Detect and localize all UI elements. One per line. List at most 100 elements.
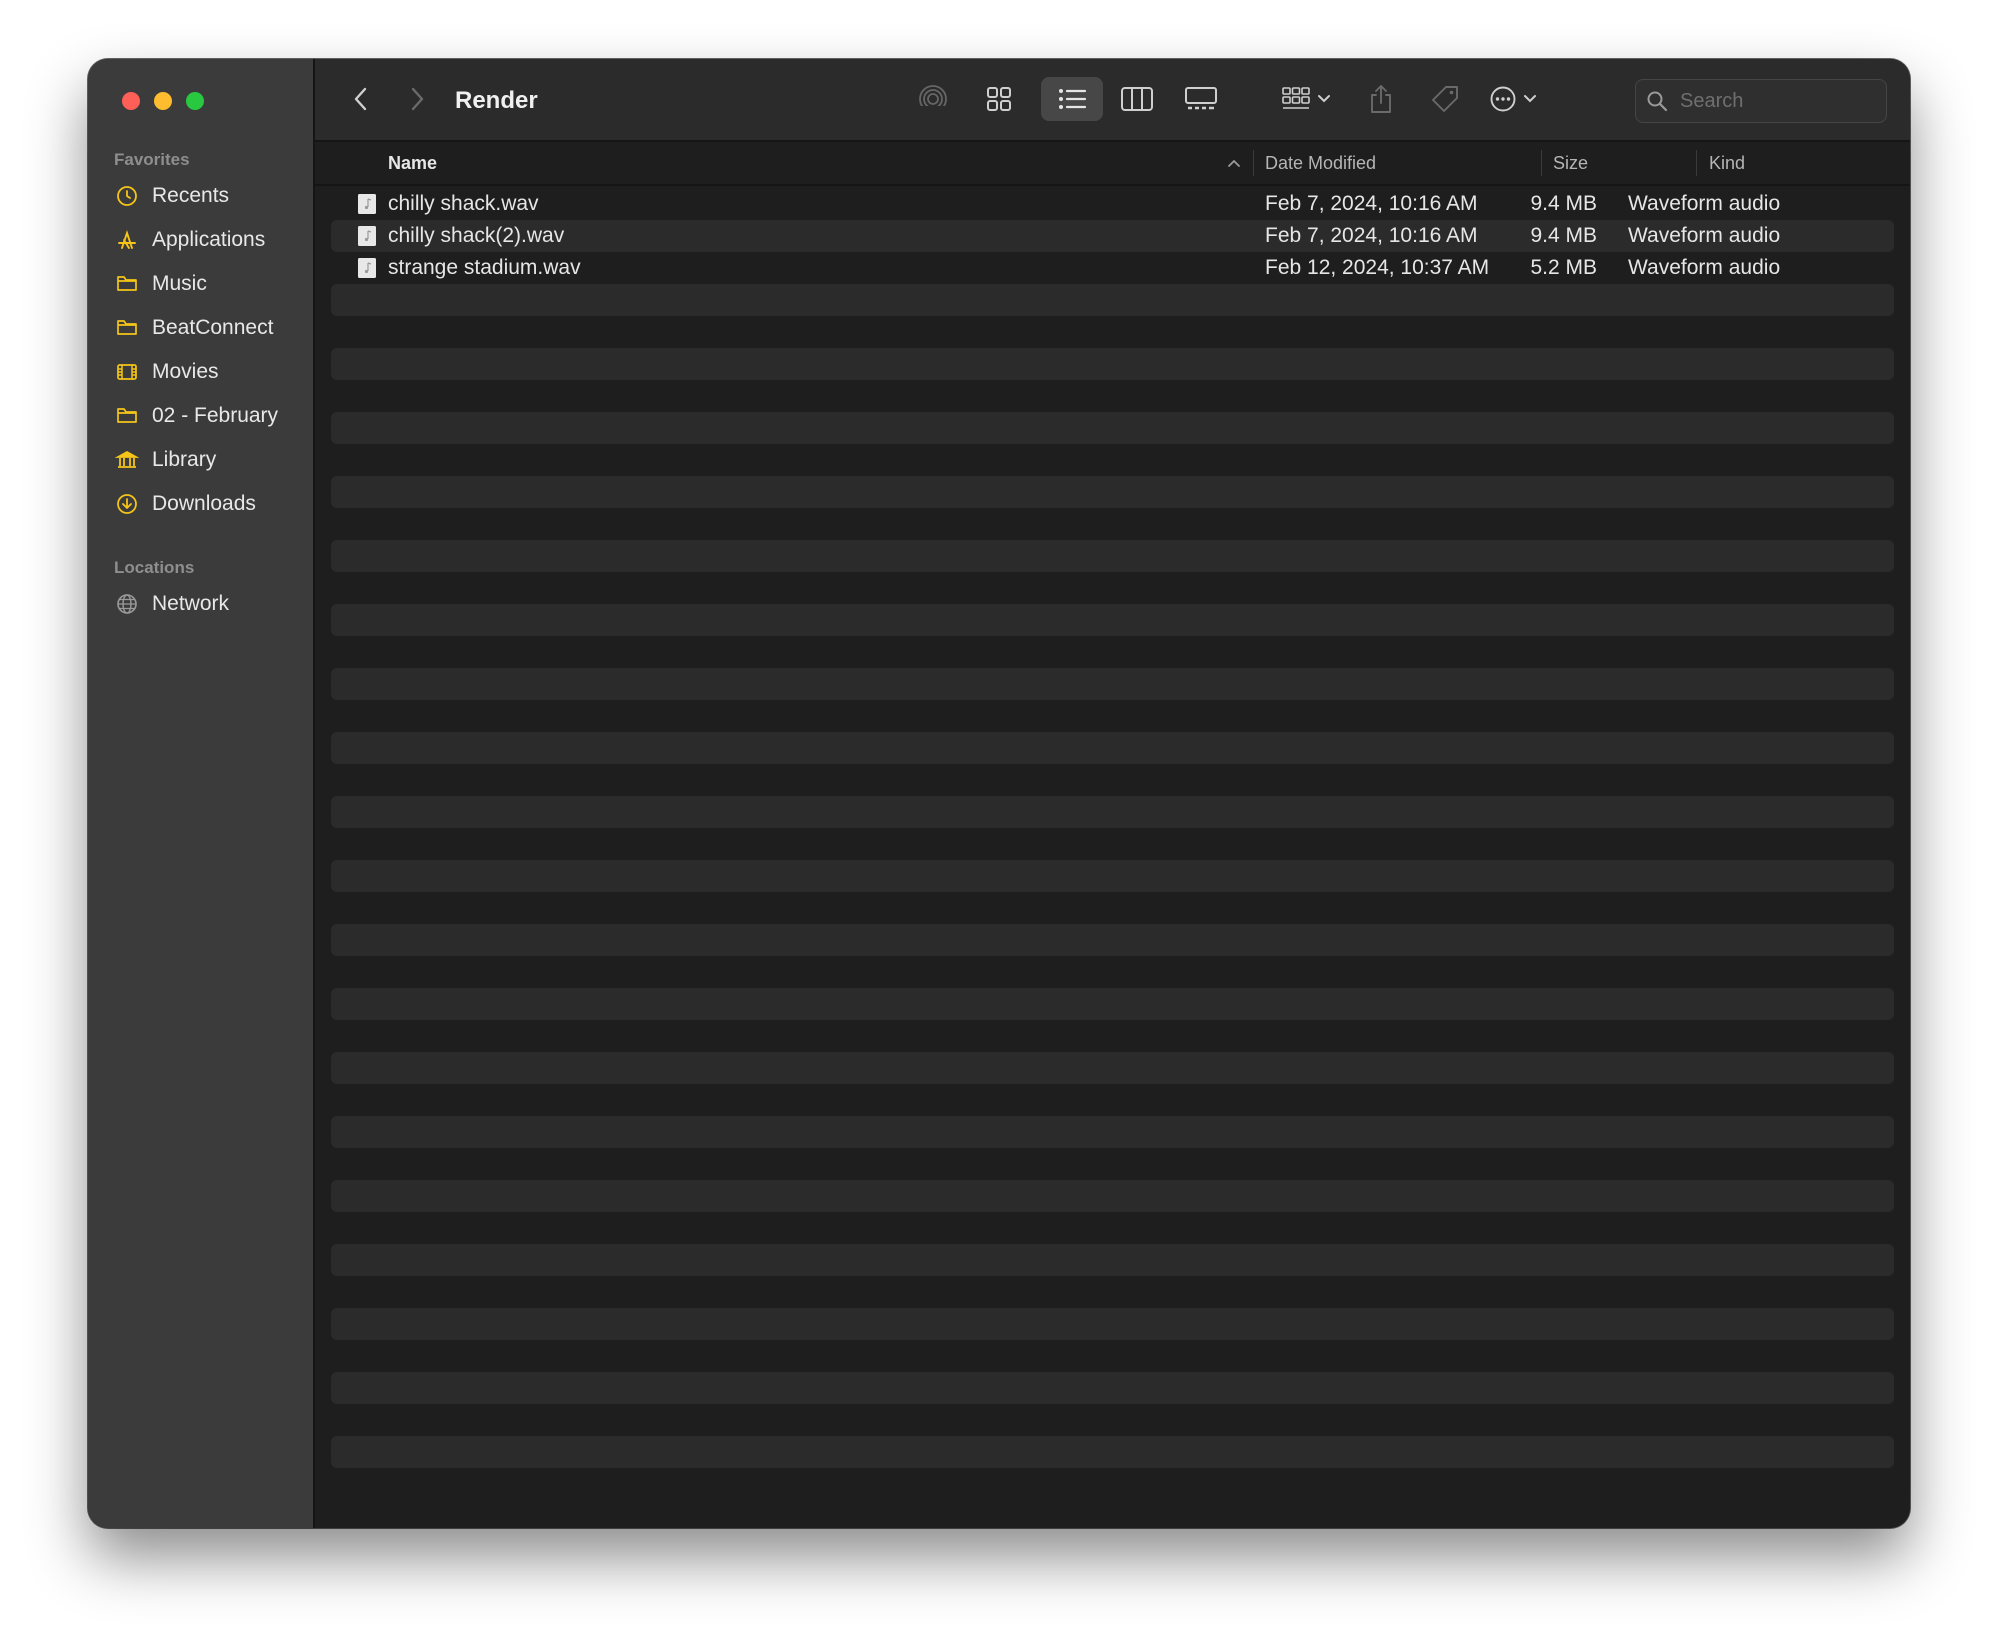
sort-ascending-icon	[1228, 159, 1240, 167]
empty-row	[331, 380, 1894, 412]
traffic-lights	[122, 92, 204, 110]
airdrop-button[interactable]	[913, 77, 953, 121]
share-button[interactable]	[1361, 77, 1401, 121]
file-name: chilly shack.wav	[388, 192, 539, 215]
empty-row	[331, 1148, 1894, 1180]
file-date-modified: Feb 12, 2024, 10:37 AM	[1265, 256, 1490, 279]
finder-window: Favorites Recents Applications Music Bea…	[88, 59, 1910, 1528]
gallery-view-button[interactable]	[1177, 77, 1225, 121]
empty-row	[331, 924, 1894, 956]
empty-row	[331, 412, 1894, 444]
file-size: 5.2 MB	[1530, 256, 1597, 279]
search-input[interactable]	[1678, 88, 1862, 114]
column-header-name[interactable]: Name	[388, 142, 437, 184]
file-name: chilly shack(2).wav	[388, 224, 565, 247]
download-icon	[114, 491, 140, 517]
sidebar-item-02-february[interactable]: 02 - February	[88, 394, 313, 438]
sidebar-item-applications[interactable]: Applications	[88, 218, 313, 262]
column-header: Name Date Modified Size Kind	[315, 142, 1910, 186]
group-by-button[interactable]	[1273, 77, 1339, 121]
columns-icon	[1121, 87, 1153, 111]
sidebar-item-music[interactable]: Music	[88, 262, 313, 306]
column-divider[interactable]	[1696, 150, 1697, 176]
empty-row	[331, 444, 1894, 476]
empty-row	[331, 1308, 1894, 1340]
empty-row	[331, 1052, 1894, 1084]
empty-row	[331, 572, 1894, 604]
empty-row	[331, 1340, 1894, 1372]
list-icon	[1059, 89, 1087, 109]
empty-row	[331, 604, 1894, 636]
file-date-modified: Feb 7, 2024, 10:16 AM	[1265, 224, 1478, 247]
empty-row	[331, 860, 1894, 892]
empty-row	[331, 956, 1894, 988]
sidebar-item-label: Downloads	[152, 492, 256, 515]
list-view-button[interactable]	[1041, 77, 1103, 121]
column-divider[interactable]	[1541, 150, 1542, 176]
tag-button[interactable]	[1425, 77, 1465, 121]
empty-row	[331, 1404, 1894, 1436]
file-date-modified: Feb 7, 2024, 10:16 AM	[1265, 192, 1478, 215]
empty-row	[331, 988, 1894, 1020]
sidebar-item-library[interactable]: Library	[88, 438, 313, 482]
empty-rows	[331, 284, 1894, 1500]
file-kind: Waveform audio	[1628, 192, 1781, 215]
more-actions-button[interactable]	[1483, 77, 1543, 121]
empty-row	[331, 1372, 1894, 1404]
file-kind: Waveform audio	[1628, 256, 1781, 279]
tag-icon	[1432, 86, 1458, 112]
audio-file-icon	[358, 258, 376, 278]
empty-row	[331, 1276, 1894, 1308]
empty-row	[331, 1020, 1894, 1052]
empty-row	[331, 1436, 1894, 1468]
column-header-kind[interactable]: Kind	[1709, 142, 1745, 184]
file-row[interactable]: strange stadium.wav Feb 12, 2024, 10:37 …	[331, 252, 1894, 284]
file-row[interactable]: chilly shack(2).wav Feb 7, 2024, 10:16 A…	[331, 220, 1894, 252]
zoom-button[interactable]	[186, 92, 204, 110]
column-view-button[interactable]	[1113, 77, 1161, 121]
close-button[interactable]	[122, 92, 140, 110]
content-area: Render Search Name Date Modified Size Ki…	[315, 59, 1910, 1528]
sidebar-item-beatconnect[interactable]: BeatConnect	[88, 306, 313, 350]
column-header-size[interactable]: Size	[1553, 142, 1588, 184]
folder-icon	[114, 271, 140, 297]
chevron-left-icon	[354, 87, 367, 111]
empty-row	[331, 1468, 1894, 1500]
icon-view-button[interactable]	[975, 77, 1023, 121]
empty-row	[331, 1084, 1894, 1116]
file-kind: Waveform audio	[1628, 224, 1781, 247]
empty-row	[331, 1244, 1894, 1276]
chevron-down-icon	[1524, 95, 1536, 103]
column-header-date-modified[interactable]: Date Modified	[1265, 142, 1376, 184]
ellipsis-circle-icon	[1490, 86, 1516, 112]
toolbar: Render	[315, 59, 1910, 142]
sidebar-item-recents[interactable]: Recents	[88, 174, 313, 218]
audio-file-icon	[358, 194, 376, 214]
group-grid-icon	[1282, 87, 1310, 109]
locations-section: Locations Network	[88, 554, 313, 626]
empty-row	[331, 1116, 1894, 1148]
sidebar-item-label: Network	[152, 592, 230, 615]
sidebar-item-label: Applications	[152, 228, 266, 251]
folder-icon	[114, 315, 140, 341]
sidebar-item-movies[interactable]: Movies	[88, 350, 313, 394]
empty-row	[331, 636, 1894, 668]
audio-file-icon	[358, 226, 376, 246]
sidebar-item-network[interactable]: Network	[88, 582, 313, 626]
file-row[interactable]: chilly shack.wav Feb 7, 2024, 10:16 AM 9…	[331, 188, 1894, 220]
minimize-button[interactable]	[154, 92, 172, 110]
empty-row	[331, 284, 1894, 316]
back-button[interactable]	[345, 77, 377, 121]
empty-row	[331, 892, 1894, 924]
column-divider[interactable]	[1253, 150, 1254, 176]
globe-icon	[114, 591, 140, 617]
grid-icon	[987, 87, 1011, 111]
search-field[interactable]	[1635, 79, 1887, 123]
sidebar-item-downloads[interactable]: Downloads	[88, 482, 313, 526]
sidebar-item-label: Music	[152, 272, 207, 295]
file-list: chilly shack.wav Feb 7, 2024, 10:16 AM 9…	[331, 188, 1894, 1500]
empty-row	[331, 828, 1894, 860]
forward-button[interactable]	[401, 77, 433, 121]
favorites-heading: Favorites	[114, 150, 190, 169]
applications-icon	[114, 227, 140, 253]
